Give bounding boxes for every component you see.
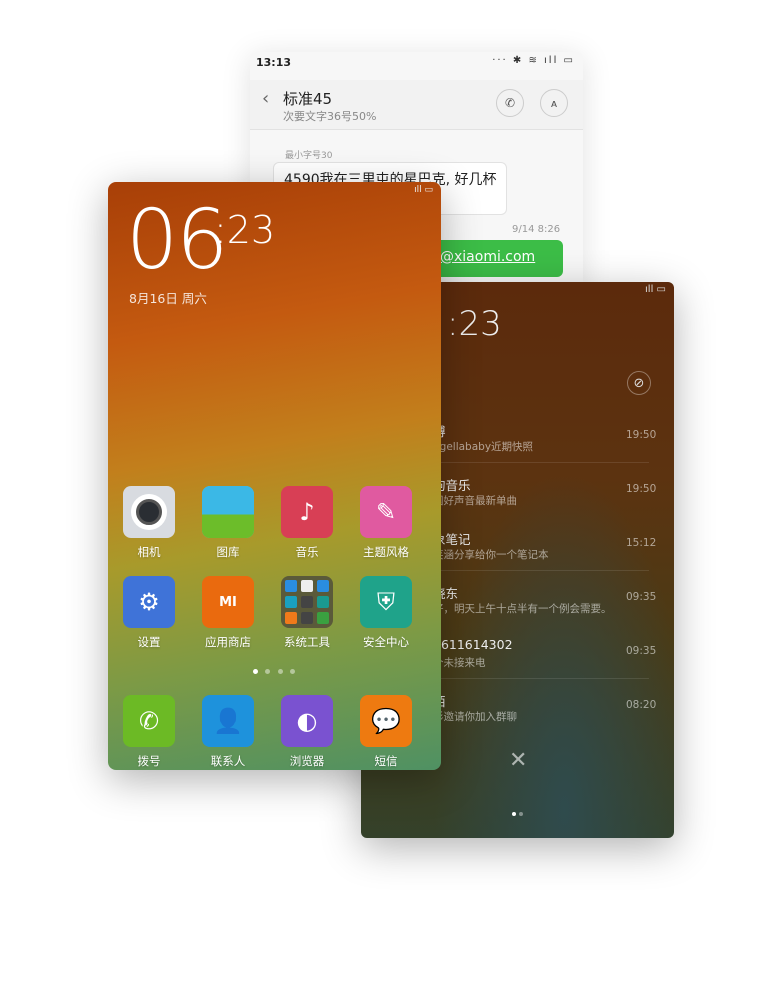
message-timestamp: 9/14 8:26 [512,224,561,235]
divider [433,570,649,571]
message-icon: 💬 [360,695,412,747]
status-icons: ıll ▭ [645,284,666,295]
app-label: 设置 [137,635,161,649]
app-label: 安全中心 [363,635,409,649]
page-dot [290,669,295,674]
conversation-header: ‹ 标准45 次要文字36号50% ✆ ᴀ [250,80,583,130]
notification-time: 09:35 [626,591,657,603]
gear-icon: ⚙ [123,576,175,628]
contact-subtitle: 次要文字36号50% [283,110,377,123]
notification-text: 好，明天上午十点半有一个例会需要。 [433,603,612,615]
app-label: 音乐 [295,545,319,559]
app-shield[interactable]: ⛨ 安全中心 [351,576,421,650]
app-gallery[interactable]: 图库 [193,486,263,560]
back-icon[interactable]: ‹ [262,88,269,109]
notification-text: ngellababy近期快照 [433,441,534,453]
outgoing-message-bubble[interactable]: @xiaomi.com [425,240,563,277]
camera-icon [123,486,175,538]
notification-time: 09:35 [626,645,657,657]
notification-text: 杉邀请你加入群聊 [433,711,517,723]
contact-title: 标准45 [283,90,333,108]
dismiss-icon[interactable]: ✕ [509,748,527,773]
app-label: 短信 [374,754,398,768]
notification-time: 19:50 [626,429,657,441]
contact-button[interactable]: ᴀ [540,89,568,117]
app-contacts[interactable]: 👤 联系人 [193,695,263,769]
divider [433,462,649,463]
message-label: 最小字号30 [285,151,333,161]
call-button[interactable]: ✆ [496,89,524,117]
divider [433,678,649,679]
clock-minutes: :23 [214,208,276,252]
date: 8月16日 周六 [129,291,207,306]
page-dot [265,669,270,674]
app-phone[interactable]: ✆ 拨号 [114,695,184,769]
person-icon: ᴀ [550,96,558,110]
app-label: 拨号 [137,754,161,768]
notification-time: 08:20 [626,699,657,711]
page-dot [278,669,283,674]
theme-brush-icon: ✎ [360,486,412,538]
notification-title: 3611614302 [433,637,513,652]
page-dot-active [512,812,516,816]
app-theme-brush[interactable]: ✎ 主题风格 [351,486,421,560]
notification-text: 笑涵分享给你一个笔记本 [433,549,549,561]
clock-minutes: :23 [447,304,502,344]
music-icon: ♪ [281,486,333,538]
clock-hour: 06 [126,193,228,288]
home-screen: ıll ▭ 06 :23 8月16日 周六 相机 图库 ♪ 音乐 ✎ 主题风格 ⚙ 设置 MI 应… [108,182,441,770]
clear-icon: ⊘ [633,375,645,391]
app-camera[interactable]: 相机 [114,486,184,560]
app-label: 联系人 [210,754,246,768]
gallery-icon [202,486,254,538]
status-time: 13:13 [256,56,292,69]
clear-all-button[interactable]: ⊘ [627,371,651,395]
app-gear[interactable]: ⚙ 设置 [114,576,184,650]
app-mi-store[interactable]: MI 应用商店 [193,576,263,650]
app-label: 应用商店 [205,635,251,649]
phone-icon: ✆ [504,96,516,110]
notification-time: 19:50 [626,483,657,495]
app-label: 主题风格 [363,545,409,559]
app-label: 系统工具 [284,635,330,649]
app-label: 相机 [137,545,161,559]
app-browser[interactable]: ◐ 浏览器 [272,695,342,769]
app-music[interactable]: ♪ 音乐 [272,486,342,560]
folder-icon [281,576,333,628]
app-message[interactable]: 💬 短信 [351,695,421,769]
notification-text: 国好声音最新单曲 [433,495,517,507]
status-icons: ıll ▭ [414,185,433,195]
app-folder[interactable]: 系统工具 [272,576,342,650]
shield-icon: ⛨ [360,576,412,628]
app-label: 浏览器 [289,754,325,768]
page-dot-active [253,669,258,674]
contacts-icon: 👤 [202,695,254,747]
mi-store-icon: MI [202,576,254,628]
email-link[interactable]: @xiaomi.com [440,249,535,265]
phone-icon: ✆ [123,695,175,747]
status-icons: ··· ✱ ≋ ıll ▭ [492,55,575,66]
browser-icon: ◐ [281,695,333,747]
page-dot [519,812,523,816]
notification-time: 15:12 [626,537,657,549]
app-label: 图库 [216,545,240,559]
